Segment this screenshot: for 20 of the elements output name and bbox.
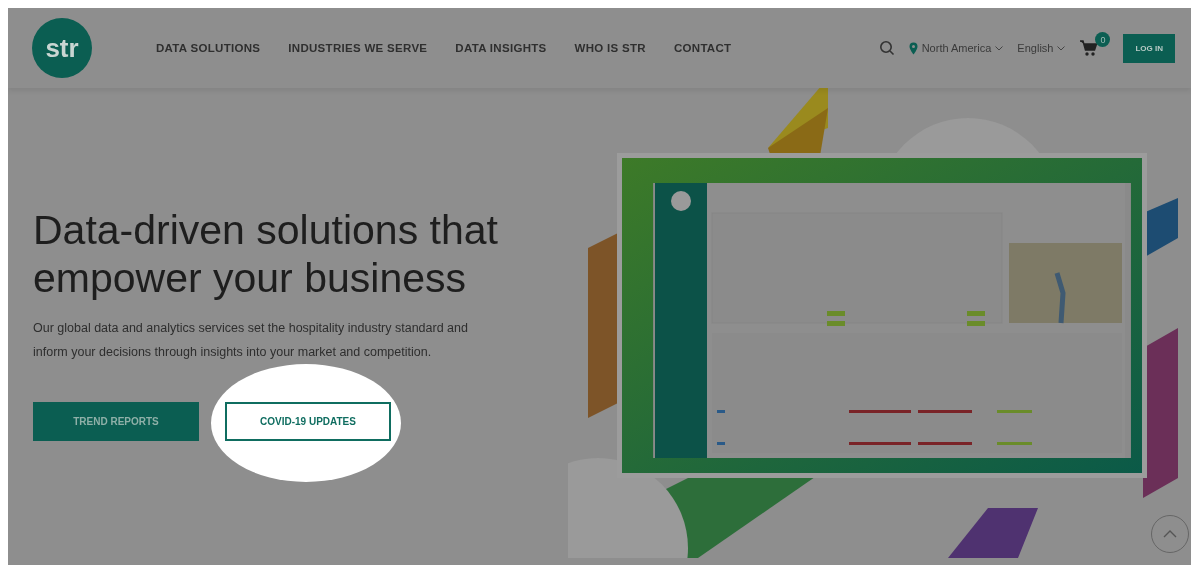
- nav-link[interactable]: DATA SOLUTIONS: [156, 42, 261, 54]
- hero-description: Our global data and analytics services set the hospitality industry standard and inform your decisions through insights into your market and competition.: [33, 320, 469, 361]
- nav-link[interactable]: WHO IS STR: [574, 42, 646, 54]
- hero-headline: Data-driven solutions that empower your business: [33, 206, 499, 302]
- nav-link[interactable]: INDUSTRIES WE SERVE: [288, 42, 428, 54]
- cart-icon[interactable]: [1079, 39, 1100, 57]
- location-pin-icon: [908, 41, 918, 55]
- cta-button[interactable]: TREND REPORTS: [33, 402, 199, 441]
- chevron-down-icon: [1057, 45, 1066, 51]
- cart-count-badge: 0: [1095, 32, 1111, 47]
- chevron-down-icon: [995, 45, 1004, 51]
- search-icon[interactable]: [878, 40, 895, 56]
- logo[interactable]: str: [32, 18, 92, 78]
- region-selector[interactable]: North America: [908, 41, 1004, 55]
- cta-button[interactable]: COVID-19 UPDATES: [225, 402, 391, 441]
- nav-link[interactable]: CONTACT: [673, 42, 732, 54]
- language-selector[interactable]: English: [1017, 42, 1066, 54]
- chevron-up-icon: [1163, 530, 1177, 538]
- login-button[interactable]: LOG IN: [1123, 33, 1175, 63]
- nav-link[interactable]: DATA INSIGHTS: [455, 42, 547, 54]
